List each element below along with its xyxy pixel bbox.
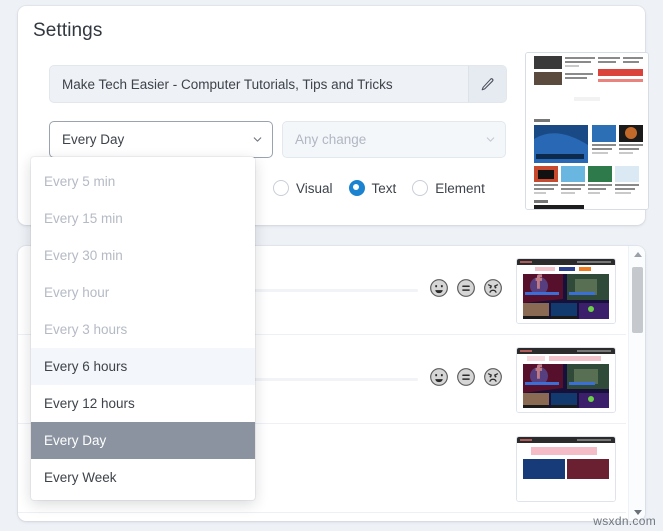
sad-face-icon[interactable]: [483, 367, 503, 387]
dropdown-option-every-3-hours: Every 3 hours: [44, 322, 128, 337]
watermark: wsxdn.com: [593, 514, 656, 528]
radio-circle-icon: [412, 180, 429, 196]
dropdown-option-every-week[interactable]: Every Week: [31, 459, 255, 496]
radio-label-visual: Visual: [296, 180, 333, 196]
frequency-dropdown-menu[interactable]: Every 5 min Every 15 min Every 30 min Ev…: [31, 157, 255, 500]
list-scrollbar[interactable]: [628, 246, 645, 521]
radio-label-text: Text: [371, 180, 397, 196]
pink-banner-page-thumbnail[interactable]: [516, 436, 616, 502]
website-preview-thumbnail[interactable]: [525, 52, 649, 210]
change-type-select[interactable]: Any change: [282, 121, 506, 158]
feedback-face-group: [429, 278, 503, 298]
neutral-face-icon[interactable]: [456, 367, 476, 387]
facebook-page-thumbnail[interactable]: [516, 347, 616, 413]
site-title-value: Make Tech Easier - Computer Tutorials, T…: [62, 76, 393, 92]
site-title-field[interactable]: Make Tech Easier - Computer Tutorials, T…: [49, 65, 507, 103]
radio-label-element: Element: [435, 180, 485, 196]
radio-option-visual[interactable]: Visual: [273, 180, 343, 196]
radio-option-element[interactable]: Element: [412, 180, 495, 196]
dropdown-option-every-30-min: Every 30 min: [44, 248, 123, 263]
dropdown-option-every-day[interactable]: Every Day: [31, 422, 255, 459]
thumbnail-graphic: [517, 348, 615, 412]
preview-thumbnail-graphic: [526, 53, 648, 209]
radio-option-text[interactable]: Text: [348, 180, 407, 196]
scrollbar-thumb[interactable]: [632, 267, 643, 333]
radio-circle-icon: [273, 180, 289, 196]
dropdown-option-every-15-min: Every 15 min: [44, 211, 123, 226]
mode-radio-group: Visual Text Element: [273, 180, 495, 196]
chevron-down-icon: [242, 133, 272, 146]
dropdown-option-every-12-hours[interactable]: Every 12 hours: [31, 385, 255, 422]
feedback-face-group: [429, 367, 503, 387]
frequency-select[interactable]: Every Day: [49, 121, 273, 158]
dropdown-option-every-6-hours[interactable]: Every 6 hours: [31, 348, 255, 385]
pencil-icon[interactable]: [468, 66, 506, 102]
dropdown-option-every-5-min: Every 5 min: [44, 174, 116, 189]
neutral-face-icon[interactable]: [456, 278, 476, 298]
dropdown-option-every-hour: Every hour: [44, 285, 110, 300]
thumbnail-graphic: [517, 259, 615, 323]
frequency-select-value: Every Day: [62, 132, 125, 147]
happy-face-icon[interactable]: [429, 367, 449, 387]
radio-circle-selected-icon: [348, 180, 365, 196]
scroll-up-arrow-icon[interactable]: [629, 246, 645, 263]
page-title: Settings: [33, 20, 103, 41]
change-type-select-placeholder: Any change: [295, 132, 367, 147]
chevron-down-icon: [475, 133, 505, 146]
sad-face-icon[interactable]: [483, 278, 503, 298]
happy-face-icon[interactable]: [429, 278, 449, 298]
facebook-page-thumbnail[interactable]: [516, 258, 616, 324]
thumbnail-graphic: [517, 437, 615, 501]
